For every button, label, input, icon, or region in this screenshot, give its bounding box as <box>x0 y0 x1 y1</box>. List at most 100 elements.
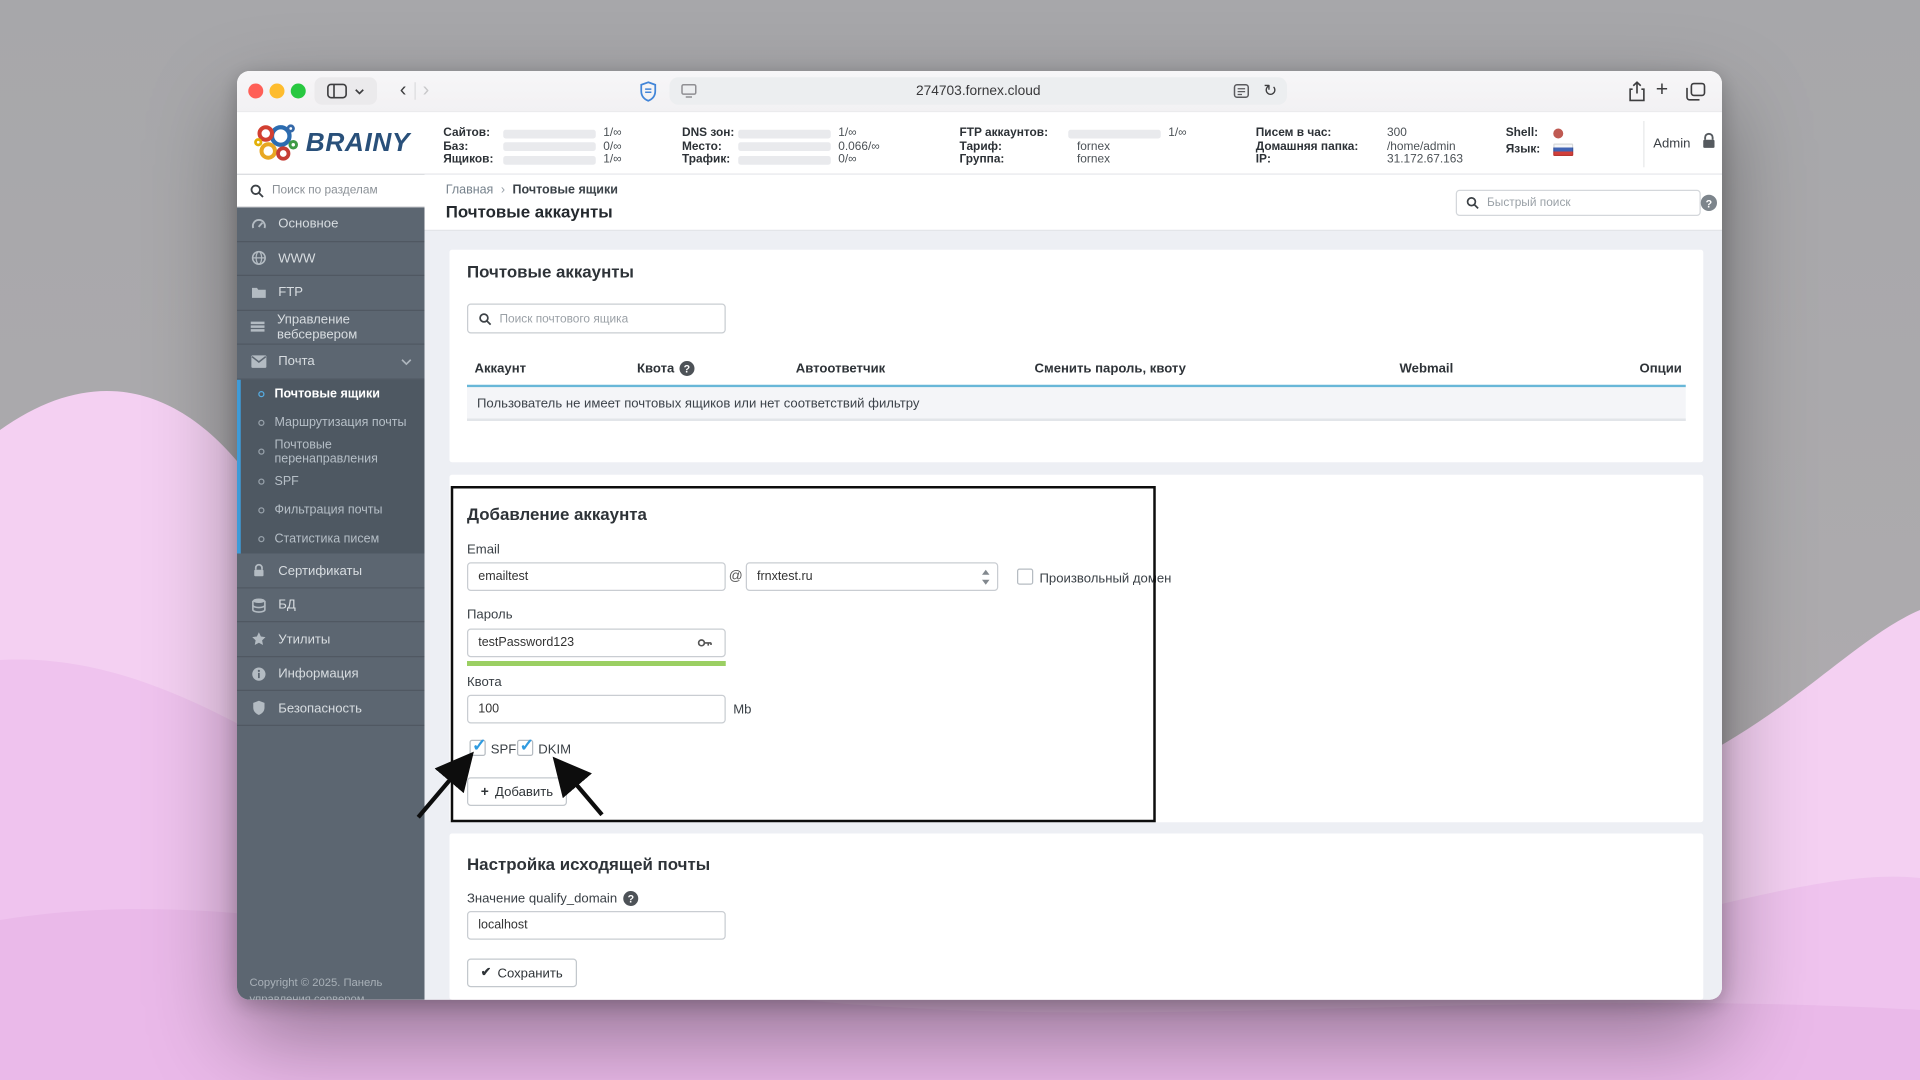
usage-bar <box>503 155 596 165</box>
new-tab-icon[interactable]: + <box>1656 77 1668 102</box>
help-icon[interactable]: ? <box>679 361 695 376</box>
sidebar-item-utilities[interactable]: Утилиты <box>237 623 425 657</box>
usage-bar <box>738 129 831 139</box>
minimize-window-button[interactable] <box>269 83 285 99</box>
translate-icon[interactable] <box>1233 84 1249 99</box>
info-icon <box>250 665 268 681</box>
reload-icon[interactable]: ↻ <box>1263 81 1277 101</box>
column-header-autoresponder[interactable]: Автоответчик <box>796 361 885 376</box>
submenu-item-mailboxes[interactable]: Почтовые ящики <box>241 379 425 408</box>
column-header-options[interactable]: Опции <box>1640 361 1682 376</box>
usage-bar <box>503 129 596 139</box>
stats-column-mail: Писем в час: 300 Домашняя папка: /home/adm… <box>1256 127 1463 166</box>
shield-extension-icon[interactable] <box>640 81 658 102</box>
language-flag-icon[interactable] <box>1553 143 1574 156</box>
stats-column-shell: Shell: Язык: <box>1506 127 1574 156</box>
sidebar-item-ftp[interactable]: FTP <box>237 276 425 311</box>
submenu-item-mail-stats[interactable]: Статистика писем <box>241 525 425 554</box>
zoom-window-button[interactable] <box>290 83 306 99</box>
stat-value: /home/admin <box>1387 139 1456 154</box>
submenu-item-forwarding[interactable]: Почтовые перенаправления <box>241 437 425 466</box>
stats-column-sites: Сайтов: 1/∞ Баз: 0/∞ Ящиков: 1/∞ <box>443 127 621 166</box>
quick-search-input[interactable] <box>1487 196 1691 210</box>
shield-icon <box>250 700 268 716</box>
address-bar[interactable]: 274703.fornex.cloud ↻ <box>669 77 1287 105</box>
mailbox-search-input[interactable] <box>499 311 715 326</box>
sidebar-search-input[interactable] <box>272 183 397 198</box>
stat-value: 1/∞ <box>838 126 857 141</box>
qualify-domain-field[interactable] <box>467 911 726 940</box>
column-header-webmail[interactable]: Webmail <box>1400 361 1454 376</box>
bullet-icon <box>258 536 265 543</box>
stat-value: 0.066/∞ <box>838 139 880 154</box>
arrow-to-dkim <box>552 756 604 817</box>
sidebar-item-information[interactable]: Информация <box>237 657 425 692</box>
stat-label: DNS зон: <box>682 126 735 141</box>
empty-table-row: Пользователь не имеет почтовых ящиков ил… <box>467 387 1686 421</box>
sidebar-item-main[interactable]: Основное <box>237 207 425 242</box>
check-icon: ✔ <box>480 966 492 980</box>
brainy-logo-icon <box>254 124 298 161</box>
browser-chrome: ‹ › 274703.fornex.cloud ↻ + <box>237 71 1722 113</box>
share-icon[interactable] <box>1628 81 1646 102</box>
sidebar-item-webserver[interactable]: Управление вебсервером <box>237 310 425 345</box>
sidebar-search[interactable] <box>237 174 425 208</box>
stat-label: Писем в час: <box>1255 126 1332 141</box>
lock-icon[interactable] <box>1702 132 1716 150</box>
page-header: Главная › Почтовые ящики Почтовые аккаун… <box>424 174 1722 231</box>
star-icon <box>250 631 268 647</box>
stat-label: IP: <box>1255 152 1271 167</box>
stat-label: Баз: <box>443 139 469 154</box>
sidebar-item-databases[interactable]: БД <box>237 588 425 623</box>
breadcrumb-home[interactable]: Главная <box>446 184 494 198</box>
chevron-down-icon <box>355 88 364 95</box>
stat-value: 0/∞ <box>838 152 857 167</box>
sidebar-item-www[interactable]: WWW <box>237 242 425 276</box>
column-header-quota[interactable]: Квота? <box>637 361 695 376</box>
forward-button[interactable]: › <box>415 77 437 105</box>
page-title: Почтовые аккаунты <box>445 202 613 221</box>
usage-bar <box>1068 129 1161 139</box>
quick-search[interactable] <box>1455 189 1701 216</box>
stat-label: Язык: <box>1505 141 1541 156</box>
tab-overview-icon[interactable] <box>1686 82 1706 101</box>
bullet-icon <box>258 390 265 397</box>
save-button[interactable]: ✔ Сохранить <box>467 958 577 988</box>
column-header-account[interactable]: Аккаунт <box>475 361 527 376</box>
column-header-change-password[interactable]: Сменить пароль, квоту <box>1035 361 1186 376</box>
stats-column-ftp: FTP аккаунтов: 1/∞ Тариф: fornex Группа: fo… <box>960 127 1187 166</box>
stats-column-dns: DNS зон: 1/∞ Место: 0.066/∞ Трафик: 0/∞ <box>682 127 880 166</box>
sidebar-item-security[interactable]: Безопасность <box>237 691 425 726</box>
help-icon[interactable]: ? <box>623 891 639 906</box>
stat-value: 1/∞ <box>1168 126 1187 141</box>
brainy-logo[interactable]: BRAINY <box>253 122 410 163</box>
breadcrumb-separator-icon: › <box>500 183 506 198</box>
sidebar-toggle-button[interactable] <box>314 77 377 105</box>
submenu-item-spf[interactable]: SPF <box>241 466 425 495</box>
search-icon <box>250 183 264 198</box>
stat-label: FTP аккаунтов: <box>959 126 1049 141</box>
shell-status-dot <box>1553 128 1564 139</box>
sidebar-item-mail[interactable]: Почта <box>237 345 425 380</box>
card-title: Настройка исходящей почты <box>467 854 711 874</box>
stat-label: Тариф: <box>959 139 1002 154</box>
submenu-item-routing[interactable]: Маршрутизация почты <box>241 408 425 437</box>
back-button[interactable]: ‹ <box>392 77 414 105</box>
sidebar-item-certificates[interactable]: Сертификаты <box>237 554 425 589</box>
help-icon[interactable]: ? <box>1700 194 1717 211</box>
qualify-domain-label-row: Значение qualify_domain ? <box>467 891 639 906</box>
stat-value: 300 <box>1387 126 1407 141</box>
stat-value: fornex <box>1077 139 1111 154</box>
mailbox-search[interactable] <box>467 303 726 334</box>
submenu-item-filtering[interactable]: Фильтрация почты <box>241 496 425 525</box>
close-window-button[interactable] <box>248 83 264 99</box>
database-icon <box>250 597 268 613</box>
bullet-icon <box>258 448 265 456</box>
usage-bar <box>738 142 831 152</box>
stat-label: Shell: <box>1505 126 1539 141</box>
admin-user-label[interactable]: Admin <box>1653 136 1690 151</box>
usage-bar <box>503 142 596 152</box>
divider <box>1643 121 1645 168</box>
stat-label: Группа: <box>959 152 1005 167</box>
mail-submenu: Почтовые ящики Маршрутизация почты Почто… <box>237 379 425 554</box>
